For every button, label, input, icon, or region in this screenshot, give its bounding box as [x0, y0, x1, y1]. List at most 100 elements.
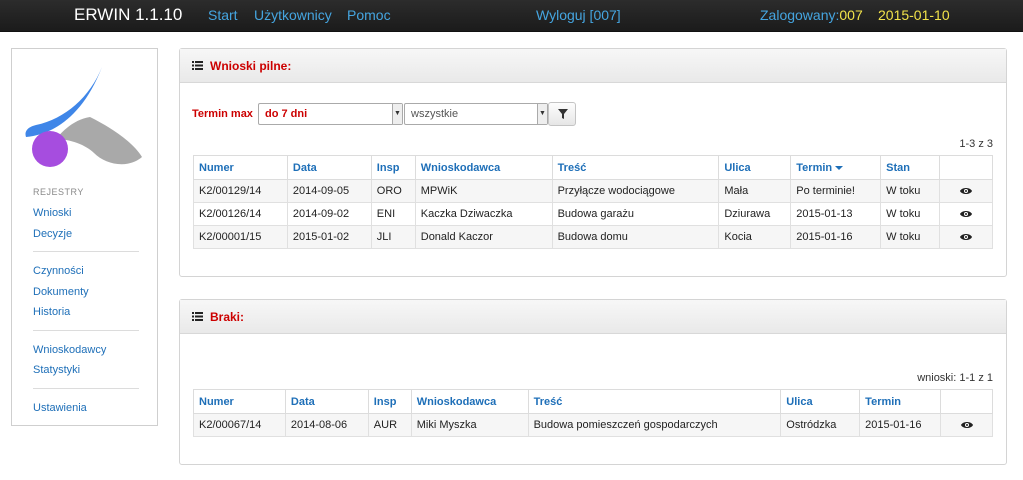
table-row: K2/00067/14 2014-08-06 AUR Miki Myszka B… — [193, 413, 993, 437]
col-actions — [939, 155, 993, 180]
table-row: K2/00129/14 2014-09-05 ORO MPWiK Przyłąc… — [193, 179, 993, 203]
missing-panel-header: Braki: — [180, 300, 1006, 334]
cell-date: 2014-08-06 — [284, 413, 369, 437]
sidebar-divider — [33, 388, 139, 389]
eye-icon — [960, 211, 973, 217]
view-button[interactable] — [939, 179, 993, 203]
cell-content: Przyłącze wodociągowe — [551, 179, 720, 203]
view-button[interactable] — [940, 413, 993, 437]
eye-icon — [960, 188, 973, 194]
cell-number: K2/00126/14 — [193, 202, 288, 226]
cell-status: W toku — [880, 225, 941, 249]
col-inspector[interactable]: Insp — [367, 389, 412, 414]
deadline-select[interactable]: do 7 dni ▼ — [258, 103, 403, 125]
col-content[interactable]: Treść — [551, 155, 720, 180]
cell-content: Budowa domu — [551, 225, 720, 249]
status-select[interactable]: wszystkie ▼ — [404, 103, 548, 125]
cell-applicant: Kaczka Dziwaczka — [414, 202, 553, 226]
nav-help[interactable]: Pomoc — [347, 7, 391, 23]
nav-users[interactable]: Użytkownicy — [254, 7, 332, 23]
logged-id: 007 — [839, 7, 863, 23]
sidebar-item-statistics[interactable]: Statystyki — [33, 364, 80, 376]
cell-content: Budowa garażu — [551, 202, 720, 226]
list-icon — [192, 61, 203, 70]
col-street[interactable]: Ulica — [718, 155, 792, 180]
top-navbar: ERWIN 1.1.10 Start Użytkownicy Pomoc Wyl… — [0, 0, 1023, 32]
app-logo-icon — [25, 67, 142, 167]
cell-date: 2014-09-02 — [286, 202, 372, 226]
sidebar-item-applicants[interactable]: Wnioskodawcy — [33, 344, 106, 356]
list-icon — [192, 312, 203, 321]
cell-street: Ostródzka — [780, 413, 861, 437]
sidebar-item-actions[interactable]: Czynności — [33, 265, 84, 277]
col-number[interactable]: Numer — [193, 389, 286, 414]
cell-street: Dziurawa — [718, 202, 792, 226]
filter-button[interactable] — [548, 102, 576, 126]
nav-start[interactable]: Start — [208, 7, 238, 23]
urgent-panel-header: Wnioski pilne: — [180, 49, 1006, 83]
cell-number: K2/00067/14 — [193, 413, 286, 437]
cell-status: W toku — [880, 179, 941, 203]
col-deadline[interactable]: Termin — [790, 155, 882, 180]
cell-inspector: AUR — [367, 413, 412, 437]
cell-applicant: MPWiK — [414, 179, 553, 203]
col-deadline[interactable]: Termin — [859, 389, 942, 414]
cell-content: Budowa pomieszczeń gospodarczych — [527, 413, 782, 437]
logged-user: Zalogowany:007 — [760, 7, 863, 23]
col-street[interactable]: Ulica — [780, 389, 861, 414]
chevron-down-icon: ▼ — [537, 104, 547, 124]
sidebar-divider — [33, 330, 139, 331]
col-applicant[interactable]: Wnioskodawca — [410, 389, 529, 414]
sidebar: REJESTRY Wnioski Decyzje Czynności Dokum… — [11, 48, 158, 426]
col-inspector[interactable]: Insp — [370, 155, 416, 180]
cell-applicant: Miki Myszka — [410, 413, 529, 437]
cell-number: K2/00129/14 — [193, 179, 288, 203]
deadline-filter-label: Termin max — [192, 108, 253, 120]
deadline-select-value: do 7 dni — [265, 108, 308, 120]
table-row: K2/00001/15 2015-01-02 JLI Donald Kaczor… — [193, 225, 993, 249]
logout-link[interactable]: Wyloguj [007] — [536, 7, 621, 23]
col-date[interactable]: Data — [284, 389, 369, 414]
urgent-table: Numer Data Insp Wnioskodawca Treść Ulica… — [193, 155, 993, 249]
cell-inspector: JLI — [370, 225, 416, 249]
sidebar-item-decisions[interactable]: Decyzje — [33, 228, 72, 240]
view-button[interactable] — [939, 202, 993, 226]
col-content[interactable]: Treść — [527, 389, 782, 414]
view-button[interactable] — [939, 225, 993, 249]
cell-date: 2014-09-05 — [286, 179, 372, 203]
sidebar-item-history[interactable]: Historia — [33, 306, 70, 318]
cell-inspector: ENI — [370, 202, 416, 226]
urgent-panel-title: Wnioski pilne: — [210, 59, 292, 73]
cell-inspector: ORO — [370, 179, 416, 203]
col-applicant[interactable]: Wnioskodawca — [414, 155, 553, 180]
cell-status: W toku — [880, 202, 941, 226]
eye-icon — [960, 234, 973, 240]
sidebar-divider — [33, 251, 139, 252]
cell-applicant: Donald Kaczor — [414, 225, 553, 249]
sidebar-section-registers: REJESTRY — [33, 187, 84, 197]
cell-number: K2/00001/15 — [193, 225, 288, 249]
cell-street: Kocia — [718, 225, 792, 249]
sidebar-item-documents[interactable]: Dokumenty — [33, 286, 89, 298]
col-number[interactable]: Numer — [193, 155, 288, 180]
missing-counter: wnioski: 1-1 z 1 — [917, 372, 993, 384]
cell-deadline: 2015-01-16 — [790, 225, 882, 249]
missing-panel-title: Braki: — [210, 310, 245, 324]
sidebar-item-applications[interactable]: Wnioski — [33, 207, 72, 219]
sort-desc-icon — [835, 165, 844, 170]
chevron-down-icon: ▼ — [392, 104, 402, 124]
col-date[interactable]: Data — [286, 155, 372, 180]
status-select-value: wszystkie — [411, 108, 459, 120]
filter-icon — [558, 109, 568, 119]
sidebar-item-settings[interactable]: Ustawienia — [33, 402, 87, 414]
col-actions — [940, 389, 993, 414]
eye-icon — [960, 422, 973, 428]
cell-deadline: 2015-01-13 — [790, 202, 882, 226]
logged-label: Zalogowany: — [760, 7, 840, 23]
missing-table: Numer Data Insp Wnioskodawca Treść Ulica… — [193, 389, 993, 437]
cell-street: Mała — [718, 179, 792, 203]
app-brand[interactable]: ERWIN 1.1.10 — [74, 5, 182, 25]
col-status[interactable]: Stan — [880, 155, 941, 180]
cell-deadline: 2015-01-16 — [859, 413, 942, 437]
table-row: K2/00126/14 2014-09-02 ENI Kaczka Dziwac… — [193, 202, 993, 226]
